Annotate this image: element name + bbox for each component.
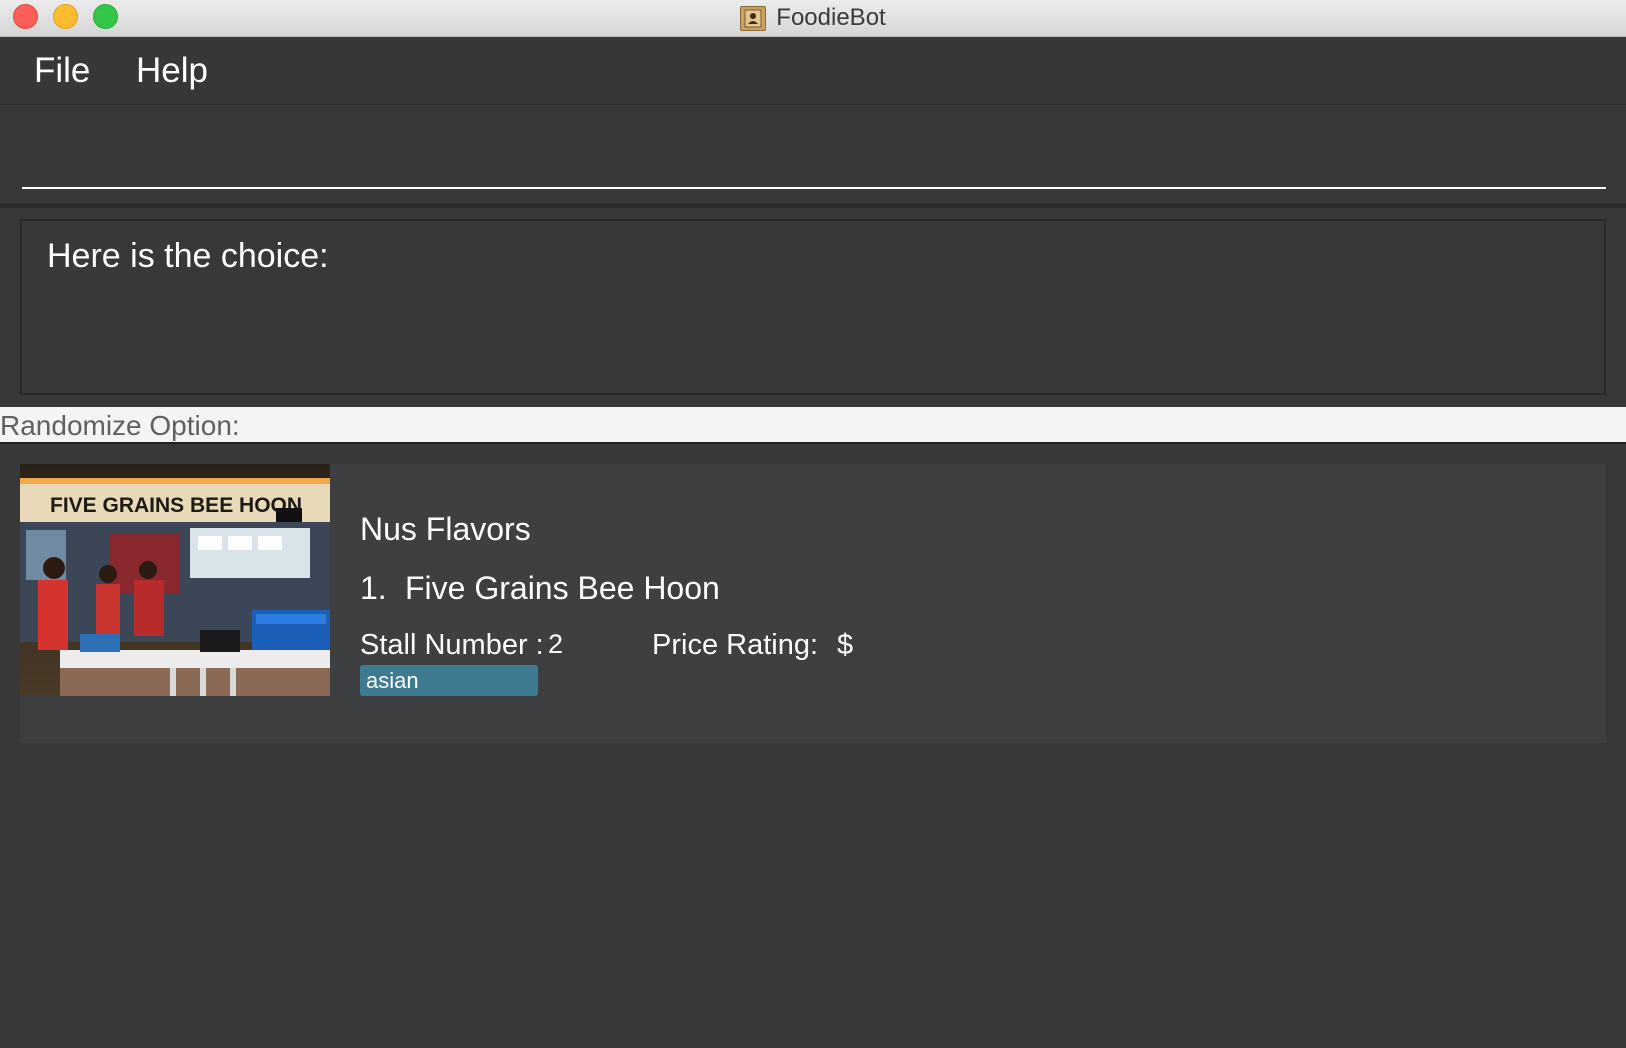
foodiebot-window: FoodieBot File Help Here is the choice: … xyxy=(0,0,1626,1048)
result-display[interactable]: Here is the choice: xyxy=(20,219,1606,395)
randomize-header: Randomize Option: xyxy=(0,407,1626,444)
menu-bar: File Help xyxy=(0,37,1626,105)
photo-sign-text: FIVE GRAINS BEE HOON xyxy=(50,494,302,517)
price-rating-value: $ xyxy=(837,629,854,661)
divider xyxy=(0,203,1626,208)
cuisine-tag: asian xyxy=(360,665,538,696)
contacts-book-icon xyxy=(740,5,767,31)
stall-name: Five Grains Bee Hoon xyxy=(405,570,720,606)
price-rating-label: Price Rating: xyxy=(652,629,819,661)
window-title-group: FoodieBot xyxy=(0,0,1626,36)
food-card[interactable]: FIVE GRAINS BEE HOON Nus Flavors 1. Five… xyxy=(20,464,1606,743)
canteen-name: Nus Flavors xyxy=(360,511,531,547)
command-input[interactable] xyxy=(22,127,1606,189)
stall-number-value: 2 xyxy=(548,629,564,659)
menu-help[interactable]: Help xyxy=(136,51,208,91)
command-box xyxy=(0,105,1626,203)
stall-number-label: Stall Number : xyxy=(360,629,544,661)
menu-file[interactable]: File xyxy=(34,51,90,91)
result-message: Here is the choice: xyxy=(47,237,329,275)
stall-index: 1. xyxy=(360,570,387,606)
randomize-label: Randomize Option: xyxy=(0,410,240,441)
window-title: FoodieBot xyxy=(776,4,886,31)
title-bar: FoodieBot xyxy=(0,0,1626,37)
stall-photo: FIVE GRAINS BEE HOON xyxy=(20,464,330,696)
